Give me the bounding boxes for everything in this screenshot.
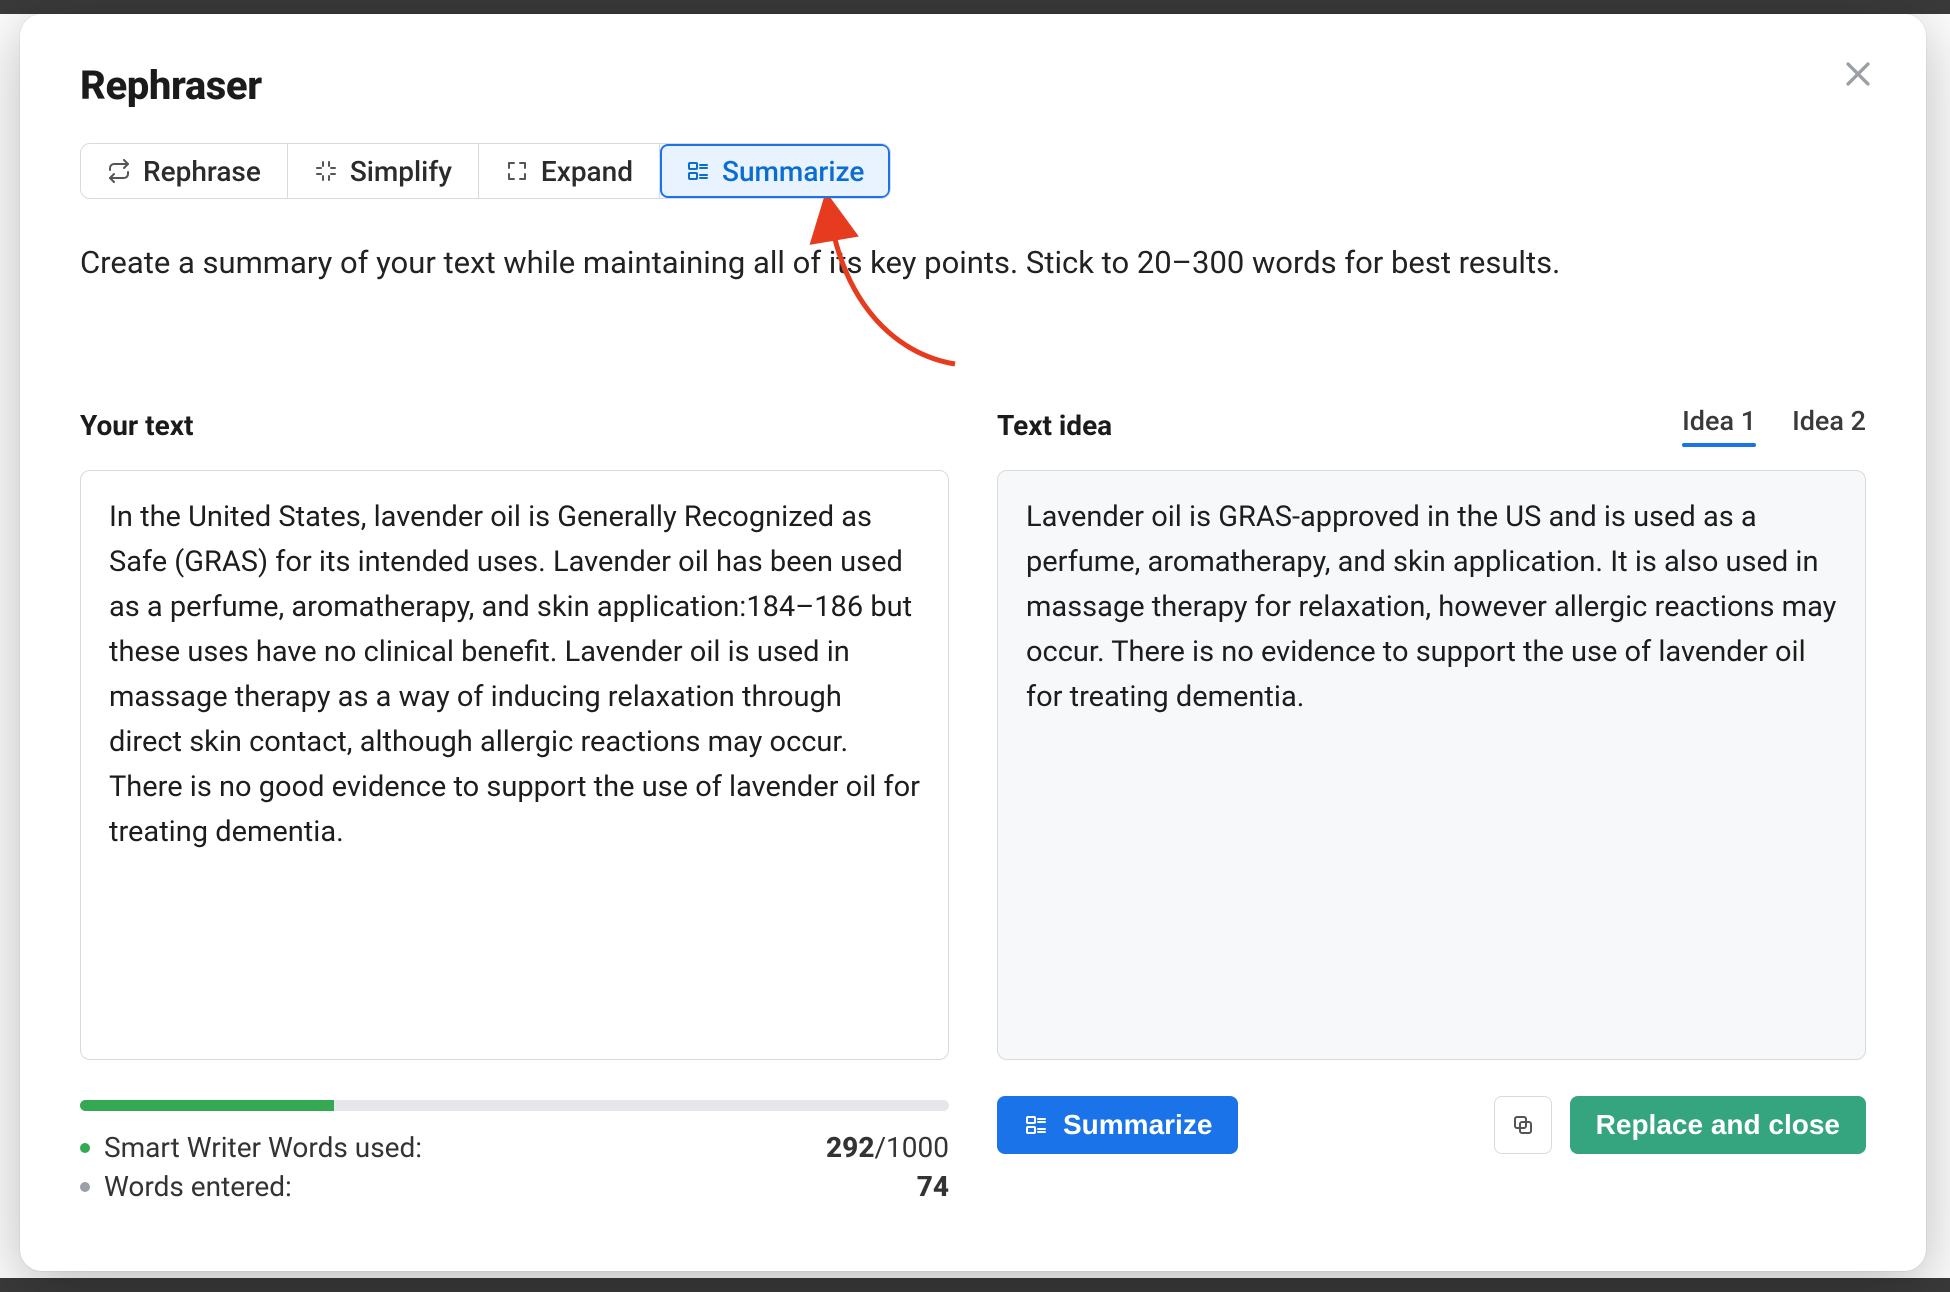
output-heading: Text idea: [997, 409, 1112, 442]
output-panel: Lavender oil is GRAS-approved in the US …: [997, 470, 1866, 1060]
idea-tab-2[interactable]: Idea 2: [1792, 405, 1866, 445]
copy-icon: [1510, 1112, 1536, 1138]
tab-simplify[interactable]: Simplify: [288, 144, 479, 198]
input-textarea[interactable]: In the United States, lavender oil is Ge…: [80, 470, 949, 1060]
summarize-button-label: Summarize: [1063, 1109, 1212, 1141]
rephrase-icon: [107, 159, 131, 183]
tab-expand[interactable]: Expand: [479, 144, 660, 198]
mode-description: Create a summary of your text while main…: [80, 241, 1780, 284]
tab-simplify-label: Simplify: [350, 155, 452, 188]
input-column: Your text In the United States, lavender…: [80, 404, 949, 1203]
copy-button[interactable]: [1494, 1096, 1552, 1154]
output-actions: Summarize Replace and close: [997, 1096, 1866, 1154]
usage-progress-fill: [80, 1100, 334, 1111]
stat-words-used-label: Smart Writer Words used:: [104, 1131, 422, 1164]
usage-progress-bar: [80, 1100, 949, 1111]
simplify-icon: [314, 159, 338, 183]
idea-tab-1[interactable]: Idea 1: [1682, 405, 1756, 445]
dot-grey-icon: [80, 1182, 90, 1192]
replace-and-close-button[interactable]: Replace and close: [1570, 1096, 1866, 1154]
content-columns: Your text In the United States, lavender…: [80, 404, 1866, 1203]
idea-tab-group: Idea 1 Idea 2: [1682, 405, 1866, 445]
tab-rephrase-label: Rephrase: [143, 155, 261, 188]
replace-and-close-label: Replace and close: [1596, 1109, 1840, 1141]
stat-words-entered-value: 74: [917, 1170, 949, 1203]
tab-expand-label: Expand: [541, 155, 633, 188]
stat-words-entered: Words entered: 74: [80, 1170, 949, 1203]
tab-rephrase[interactable]: Rephrase: [81, 144, 288, 198]
stat-words-used: Smart Writer Words used: 292/1000: [80, 1131, 949, 1164]
dot-green-icon: [80, 1143, 90, 1153]
tab-summarize-label: Summarize: [722, 155, 864, 188]
usage-section: Smart Writer Words used: 292/1000 Words …: [80, 1100, 949, 1203]
output-column: Text idea Idea 1 Idea 2 Lavender oil is …: [997, 404, 1866, 1203]
mode-tab-group: Rephrase Simplify Expand Summarize: [80, 143, 891, 199]
modal-title: Rephraser: [80, 62, 1866, 109]
summarize-icon: [1023, 1112, 1049, 1138]
close-icon: [1841, 57, 1875, 91]
input-heading: Your text: [80, 409, 193, 442]
tab-summarize[interactable]: Summarize: [660, 144, 890, 198]
annotation-arrow: [805, 204, 1005, 394]
rephraser-modal: Rephraser Rephrase Simplify Expand Summa…: [20, 14, 1926, 1271]
summarize-button[interactable]: Summarize: [997, 1096, 1238, 1154]
expand-icon: [505, 159, 529, 183]
stat-words-used-value: 292/1000: [826, 1131, 949, 1164]
summarize-icon: [686, 159, 710, 183]
stat-words-entered-label: Words entered:: [104, 1170, 292, 1203]
close-button[interactable]: [1836, 52, 1880, 96]
